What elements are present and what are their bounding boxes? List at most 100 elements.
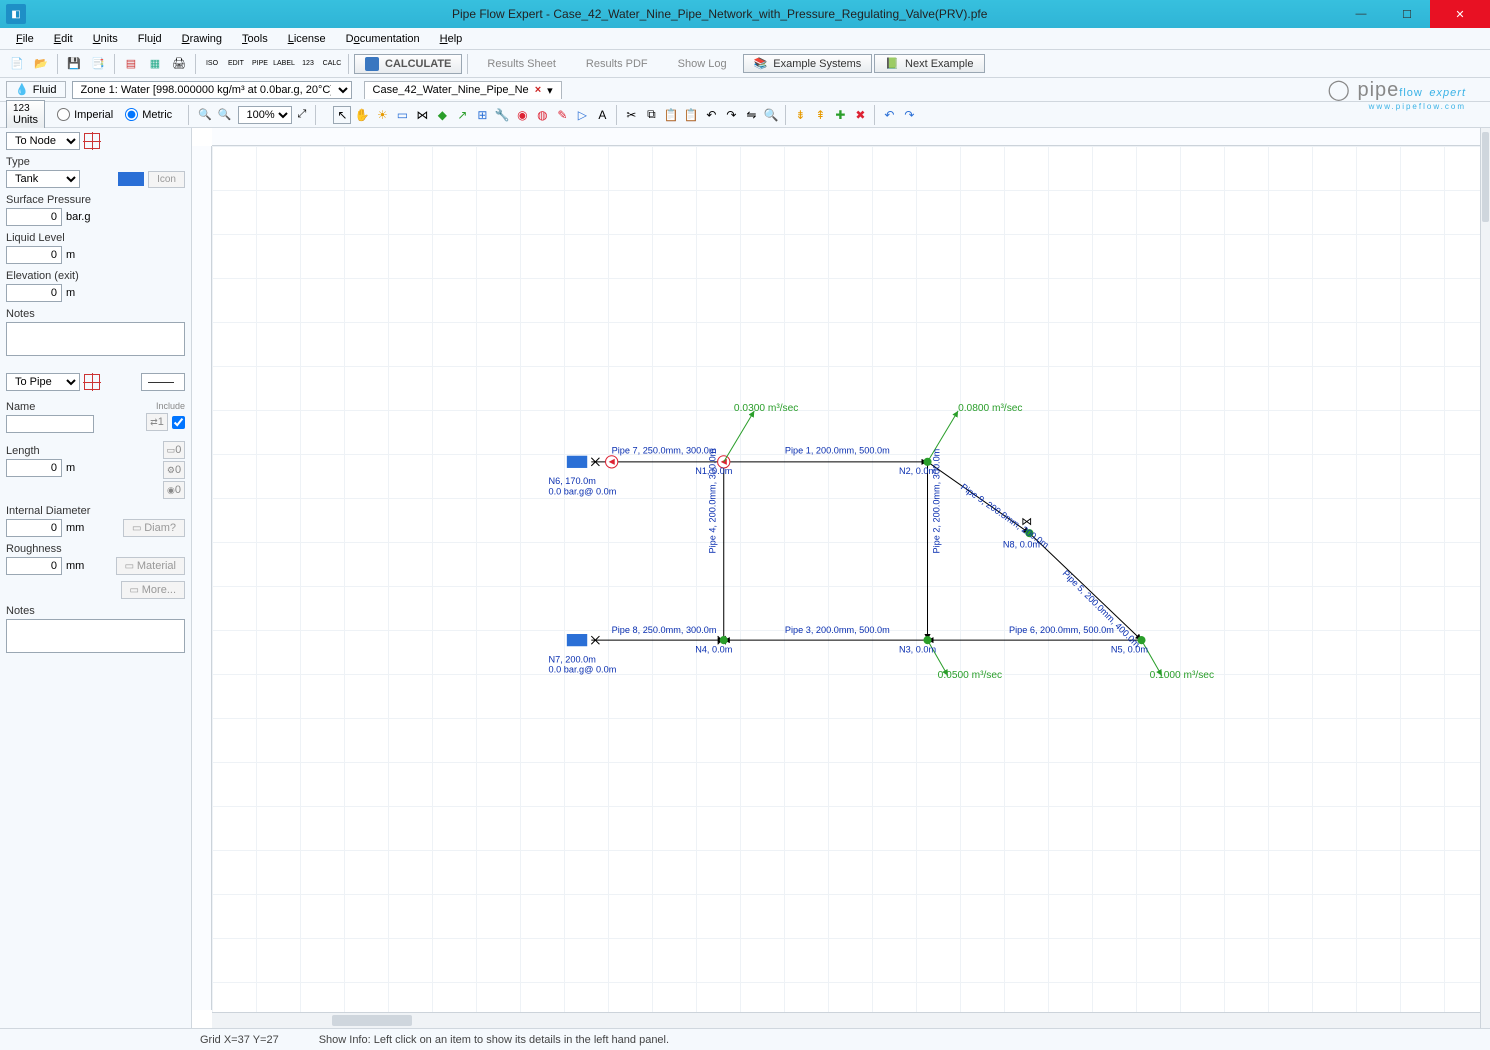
- tank-tool-icon[interactable]: ▭: [393, 106, 411, 124]
- mini-btn-3[interactable]: ⚙0: [163, 461, 185, 479]
- mini-btn-2[interactable]: ▭0: [163, 441, 185, 459]
- zoom-select[interactable]: 100%: [238, 106, 292, 124]
- label-icon[interactable]: LABEL: [273, 53, 295, 75]
- menu-file[interactable]: File: [8, 31, 42, 47]
- icon-button[interactable]: Icon: [148, 171, 185, 188]
- demand-tool-icon[interactable]: ↗: [453, 106, 471, 124]
- close-tab-icon[interactable]: ×: [535, 84, 541, 96]
- saveas-icon[interactable]: 📑: [87, 53, 109, 75]
- liquid-level-input[interactable]: [6, 246, 62, 264]
- minimize-button[interactable]: —: [1338, 0, 1384, 28]
- internal-diameter-input[interactable]: [6, 519, 62, 537]
- show-log-button[interactable]: Show Log: [664, 55, 741, 73]
- fluid-button[interactable]: 💧 Fluid: [6, 81, 66, 98]
- open-icon[interactable]: 📂: [30, 53, 52, 75]
- metric-radio[interactable]: Metric: [125, 108, 172, 121]
- maximize-button[interactable]: ☐: [1384, 0, 1430, 28]
- valve-tool-icon[interactable]: ⋈: [413, 106, 431, 124]
- svg-text:N3, 0.0m: N3, 0.0m: [899, 644, 937, 654]
- clipboard-icon[interactable]: 📋: [682, 106, 700, 124]
- notes-pipe-input[interactable]: [6, 619, 185, 653]
- menu-fluid[interactable]: Fluid: [130, 31, 170, 47]
- menu-license[interactable]: License: [280, 31, 334, 47]
- results-pdf-button[interactable]: Results PDF: [572, 55, 662, 73]
- mini-btn-1[interactable]: ⇄1: [146, 413, 168, 431]
- horizontal-scrollbar[interactable]: [212, 1012, 1480, 1028]
- diam-button[interactable]: ▭ Diam?: [123, 519, 185, 537]
- export-excel-icon[interactable]: ▦: [144, 53, 166, 75]
- text-tool-icon[interactable]: A: [593, 106, 611, 124]
- close-button[interactable]: ✕: [1430, 0, 1490, 28]
- save-icon[interactable]: 💾: [63, 53, 85, 75]
- linestyle-select[interactable]: [141, 373, 185, 391]
- meter-tool-icon[interactable]: ◍: [533, 106, 551, 124]
- results-sheet-button[interactable]: Results Sheet: [473, 55, 569, 73]
- menu-tools[interactable]: Tools: [234, 31, 276, 47]
- delete-icon[interactable]: ✖: [851, 106, 869, 124]
- example-systems-button[interactable]: 📚 Example Systems: [743, 54, 873, 73]
- redo-icon[interactable]: ↷: [900, 106, 918, 124]
- pump-tool-icon[interactable]: ◉: [513, 106, 531, 124]
- more-button[interactable]: ▭ More...: [121, 581, 185, 599]
- menu-documentation[interactable]: Documentation: [338, 31, 428, 47]
- zone-select[interactable]: Zone 1: Water [998.000000 kg/m³ at 0.0ba…: [72, 81, 352, 99]
- zoom-out-icon[interactable]: 🔍: [198, 108, 212, 121]
- sun-tool-icon[interactable]: ☀: [373, 106, 391, 124]
- copy-icon[interactable]: ⧉: [642, 106, 660, 124]
- wrench-tool-icon[interactable]: 🔧: [493, 106, 511, 124]
- document-tab[interactable]: Case_42_Water_Nine_Pipe_Ne × ▾: [364, 81, 562, 99]
- align-icon[interactable]: ⇟: [791, 106, 809, 124]
- calc-small-icon[interactable]: CALC: [321, 53, 343, 75]
- svg-text:0.0300 m³/sec: 0.0300 m³/sec: [734, 403, 798, 414]
- pipe-icon[interactable]: PIPE: [249, 53, 271, 75]
- menu-help[interactable]: Help: [432, 31, 471, 47]
- roughness-input[interactable]: [6, 557, 62, 575]
- edit-icon[interactable]: EDIT: [225, 53, 247, 75]
- menu-units[interactable]: Units: [85, 31, 126, 47]
- target-node-icon[interactable]: [84, 133, 100, 149]
- find-icon[interactable]: 🔍: [762, 106, 780, 124]
- new-icon[interactable]: 📄: [6, 53, 28, 75]
- print-icon[interactable]: 🖨: [168, 53, 190, 75]
- export-pdf-icon[interactable]: ▤: [120, 53, 142, 75]
- units-button[interactable]: 123Units: [6, 100, 45, 129]
- distribute-icon[interactable]: ⇞: [811, 106, 829, 124]
- drawing-area[interactable]: ⋈ Pipe 7, 250.0mm, 300.0m Pipe 1, 200.0m…: [212, 146, 1480, 1012]
- rotate-left-icon[interactable]: ↶: [702, 106, 720, 124]
- mark-tool-icon[interactable]: ✎: [553, 106, 571, 124]
- include-checkbox[interactable]: [172, 416, 185, 429]
- undo-icon[interactable]: ↶: [880, 106, 898, 124]
- pipe-name-input[interactable]: [6, 415, 94, 433]
- elevation-input[interactable]: [6, 284, 62, 302]
- pointer-tool-icon[interactable]: ↖: [333, 106, 351, 124]
- type-select[interactable]: Tank: [6, 170, 80, 188]
- prv-tool-icon[interactable]: ▷: [573, 106, 591, 124]
- notes-node-input[interactable]: [6, 322, 185, 356]
- iso-icon[interactable]: ISO: [201, 53, 223, 75]
- zoom-in-icon[interactable]: 🔍: [218, 108, 232, 121]
- to-pipe-select[interactable]: To Pipe: [6, 373, 80, 391]
- next-example-button[interactable]: 📗 Next Example: [874, 54, 984, 73]
- menu-edit[interactable]: Edit: [46, 31, 81, 47]
- 123-icon[interactable]: 123: [297, 53, 319, 75]
- cut-icon[interactable]: ✂: [622, 106, 640, 124]
- rotate-right-icon[interactable]: ↷: [722, 106, 740, 124]
- pan-fit-icon[interactable]: ⤢: [298, 108, 307, 121]
- target-pipe-icon[interactable]: [84, 374, 100, 390]
- pipe-tool-icon[interactable]: ⊞: [473, 106, 491, 124]
- paste-icon[interactable]: 📋: [662, 106, 680, 124]
- to-node-select[interactable]: To Node: [6, 132, 80, 150]
- svg-text:0.0 bar.g@ 0.0m: 0.0 bar.g@ 0.0m: [549, 486, 617, 496]
- surface-pressure-input[interactable]: [6, 208, 62, 226]
- pan-tool-icon[interactable]: ✋: [353, 106, 371, 124]
- mini-btn-4[interactable]: ◉0: [163, 481, 185, 499]
- material-button[interactable]: ▭ Material: [116, 557, 185, 575]
- imperial-radio[interactable]: Imperial: [57, 108, 113, 121]
- calculate-button[interactable]: CALCULATE: [354, 54, 462, 74]
- vertical-scrollbar[interactable]: [1480, 128, 1490, 1028]
- node-tool-icon[interactable]: ◆: [433, 106, 451, 124]
- menu-drawing[interactable]: Drawing: [174, 31, 230, 47]
- mirror-icon[interactable]: ⇋: [742, 106, 760, 124]
- snap-icon[interactable]: ✚: [831, 106, 849, 124]
- length-input[interactable]: [6, 459, 62, 477]
